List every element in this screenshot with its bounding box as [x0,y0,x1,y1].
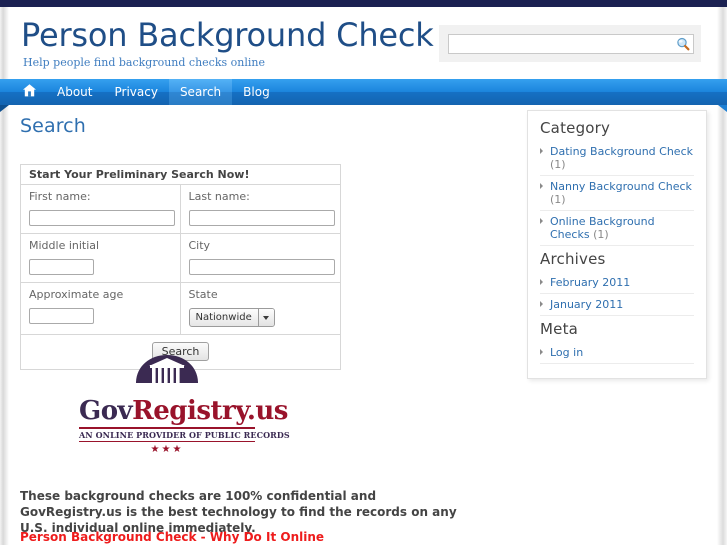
nav-item-list: About Privacy Search Blog [12,79,281,105]
nav-item-search[interactable]: Search [168,79,233,105]
home-icon [22,83,37,101]
bullet-arrow-icon [540,148,543,154]
first-name-input[interactable] [29,210,175,226]
city-input[interactable] [188,259,335,275]
form-cell-first-name: First name: [21,185,181,233]
search-input[interactable] [449,35,671,53]
form-cell-last-name: Last name: [181,185,341,233]
form-cell-city: City [181,234,341,282]
sidebar-category-title: Category [540,119,611,137]
logo-wordmark: GovRegistry.us [79,396,288,426]
sidebar-category-list: Dating Background Check (1) Nanny Backgr… [540,141,694,246]
list-item[interactable]: January 2011 [540,294,694,316]
state-select-value: Nationwide [195,312,252,323]
article-heading-link[interactable]: Person Background Check - Why Do It Onli… [20,530,324,544]
form-heading: Start Your Preliminary Search Now! [21,165,340,185]
header-search-box[interactable] [448,34,694,54]
state-select[interactable]: Nationwide [188,308,275,327]
logo-stars: ★★★ [150,444,184,455]
city-label: City [188,239,211,252]
preliminary-search-form: Start Your Preliminary Search Now! First… [20,164,341,370]
nav-item-blog[interactable]: Blog [232,79,281,105]
first-name-label: First name: [29,190,91,203]
site-tagline: Help people find background checks onlin… [23,56,265,69]
sidebar-count-nanny: (1) [550,193,566,206]
bullet-arrow-icon [540,349,543,355]
sidebar: Category Dating Background Check (1) Nan… [527,110,707,379]
list-item[interactable]: Online Background Checks (1) [540,211,694,246]
nav-item-privacy[interactable]: Privacy [103,79,168,105]
form-cell-state: State Nationwide [181,283,341,334]
list-item[interactable]: Dating Background Check (1) [540,141,694,176]
sidebar-link-log-in[interactable]: Log in [550,346,583,359]
site-header: Person Background Check Help people find… [9,7,717,79]
bullet-arrow-icon [540,183,543,189]
sidebar-link-dating[interactable]: Dating Background Check [550,145,693,158]
header-search-panel [439,25,701,62]
intro-paragraph: These background checks are 100% confide… [20,489,457,535]
content-area: Search Start Your Preliminary Search Now… [9,108,717,544]
approximate-age-label: Approximate age [29,288,124,301]
form-cell-approximate-age: Approximate age [21,283,181,334]
govregistry-logo: GovRegistry.us AN ONLINE PROVIDER OF PUB… [79,353,290,455]
state-label: State [188,288,218,301]
list-item[interactable]: Nanny Background Check (1) [540,176,694,211]
site-title: Person Background Check [21,16,434,54]
bullet-arrow-icon [540,301,543,307]
last-name-label: Last name: [188,190,250,203]
middle-initial-input[interactable] [29,259,94,275]
nav-ribbon-fold-left [0,105,9,112]
bullet-arrow-icon [540,279,543,285]
chevron-down-icon[interactable] [257,309,274,326]
sidebar-meta-list: Log in [540,342,694,364]
magnifier-icon[interactable] [676,37,690,51]
sidebar-count-online: (1) [593,228,609,241]
capitol-dome-icon [79,353,255,396]
logo-subtitle: AN ONLINE PROVIDER OF PUBLIC RECORDS [79,427,290,442]
sidebar-archives-title: Archives [540,250,606,268]
middle-initial-label: Middle initial [29,239,100,252]
nav-ribbon-fold-right [718,105,727,112]
list-item[interactable]: Log in [540,342,694,364]
sidebar-link-nanny[interactable]: Nanny Background Check [550,180,692,193]
nav-item-about[interactable]: About [46,79,103,105]
logo-word-gov: Gov [79,396,133,426]
top-accent-bar [0,0,727,7]
logo-word-registry: Registry.us [132,396,288,426]
sidebar-link-january-2011[interactable]: January 2011 [550,298,623,311]
form-row-middle-city: Middle initial City [21,234,340,283]
page-title: Search [20,115,86,137]
list-item[interactable]: February 2011 [540,272,694,294]
sidebar-count-dating: (1) [550,158,566,171]
approximate-age-input[interactable] [29,308,94,324]
sidebar-link-february-2011[interactable]: February 2011 [550,276,630,289]
sidebar-meta-title: Meta [540,320,579,338]
form-cell-middle-initial: Middle initial [21,234,181,282]
form-row-age-state: Approximate age State Nationwide [21,283,340,335]
sidebar-archives-list: February 2011 January 2011 [540,272,694,316]
bullet-arrow-icon [540,218,543,224]
form-row-names: First name: Last name: [21,185,340,234]
last-name-input[interactable] [188,210,335,226]
nav-item-home[interactable] [12,79,46,105]
main-navigation: About Privacy Search Blog [0,79,727,112]
